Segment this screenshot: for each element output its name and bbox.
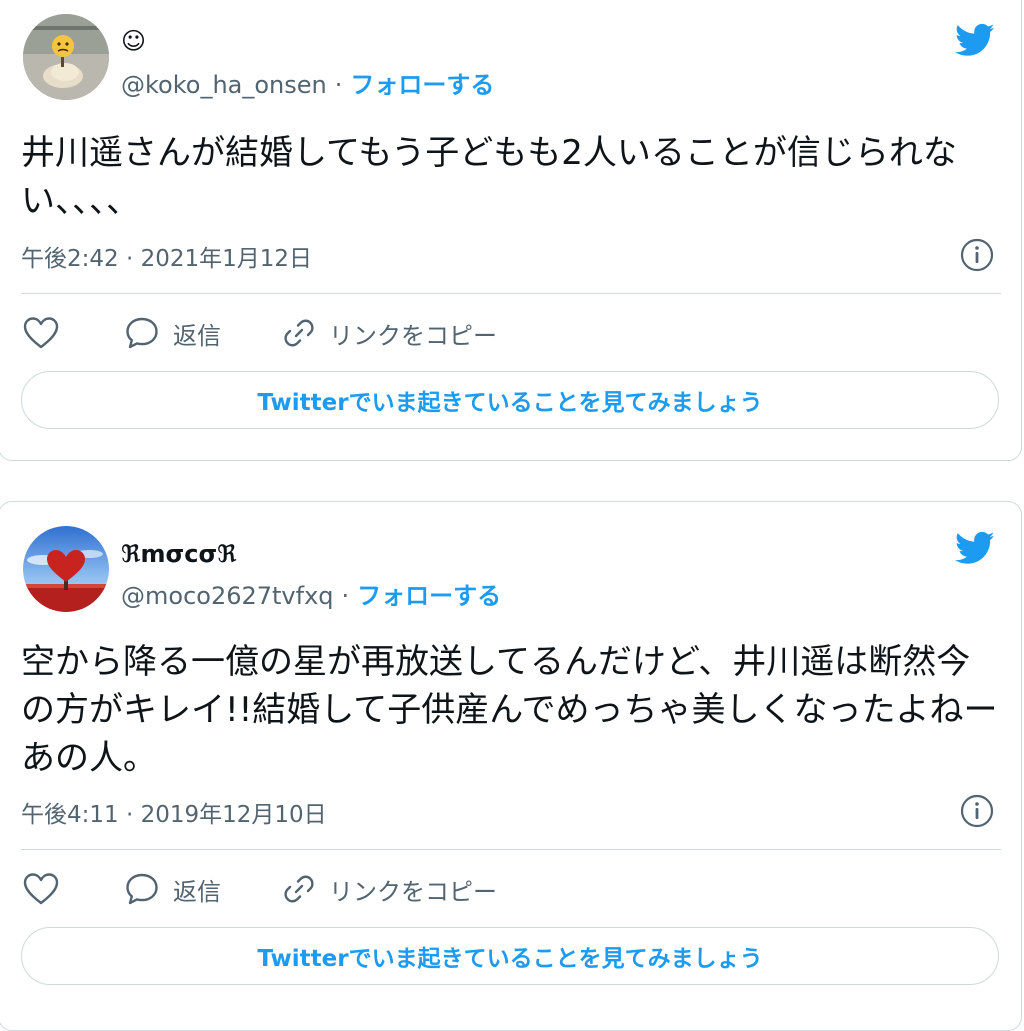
user-handle[interactable]: @koko_ha_onsen: [121, 71, 327, 99]
reply-button[interactable]: 返信: [125, 869, 221, 909]
link-icon: [284, 875, 314, 903]
action-bar: 返信 リンクをコピー: [21, 313, 1001, 353]
copy-link-button[interactable]: リンクをコピー: [283, 869, 497, 909]
reply-label: 返信: [173, 877, 221, 906]
tweet-card: ℜmσcσℜ @moco2627tvfxq · フォローする 空から降る一億の星が再…: [0, 501, 1022, 1031]
speech-bubble-icon: [126, 317, 158, 349]
timestamp[interactable]: 午後4:11 · 2019年12月10日: [21, 795, 327, 829]
twitter-bird-icon[interactable]: [951, 528, 999, 568]
like-button[interactable]: [23, 313, 59, 353]
separator-dot: ·: [334, 71, 343, 99]
handle-row: @moco2627tvfxq · フォローする: [121, 576, 501, 611]
display-name[interactable]: ℜmσcσℜ: [121, 540, 237, 568]
avatar[interactable]: [23, 14, 109, 100]
reply-label: 返信: [173, 321, 221, 350]
heart-icon: [23, 873, 59, 905]
reply-button[interactable]: 返信: [125, 313, 221, 353]
avatar[interactable]: [23, 526, 109, 612]
link-icon: [284, 319, 314, 347]
display-name[interactable]: ☺: [121, 27, 146, 55]
action-bar: 返信 リンクをコピー: [21, 869, 1001, 909]
tweet-card: ☺ @koko_ha_onsen · フォローする 井川遥さんが結婚してもう子どもも…: [0, 0, 1022, 461]
see-whats-happening-button[interactable]: Twitterでいま起きていることを見てみましょう: [21, 927, 999, 985]
user-handle[interactable]: @moco2627tvfxq: [121, 582, 334, 610]
copy-link-label: リンクをコピー: [329, 321, 497, 350]
timestamp[interactable]: 午後2:42 · 2021年1月12日: [21, 239, 312, 273]
twitter-bird-icon[interactable]: [951, 20, 999, 60]
tweet-text: 空から降る一億の星が再放送してるんだけど、井川遥は断然今の方がキレイ!!結婚して…: [21, 642, 998, 778]
divider: [21, 293, 1001, 294]
info-icon[interactable]: [959, 793, 995, 829]
heart-icon: [23, 317, 59, 349]
handle-row: @koko_ha_onsen · フォローする: [121, 65, 494, 100]
follow-button[interactable]: フォローする: [350, 71, 494, 99]
avatar-image: [23, 14, 109, 100]
speech-bubble-icon: [126, 873, 158, 905]
info-icon[interactable]: [959, 237, 995, 273]
divider: [21, 849, 1001, 850]
copy-link-label: リンクをコピー: [329, 877, 497, 906]
avatar-image: [23, 526, 109, 612]
copy-link-button[interactable]: リンクをコピー: [283, 313, 497, 353]
see-whats-happening-button[interactable]: Twitterでいま起きていることを見てみましょう: [21, 371, 999, 429]
like-button[interactable]: [23, 869, 59, 909]
follow-button[interactable]: フォローする: [357, 582, 501, 610]
tweet-text: 井川遥さんが結婚してもう子どもも2人いることが信じられない、、、、: [21, 133, 957, 221]
separator-dot: ·: [341, 582, 350, 610]
